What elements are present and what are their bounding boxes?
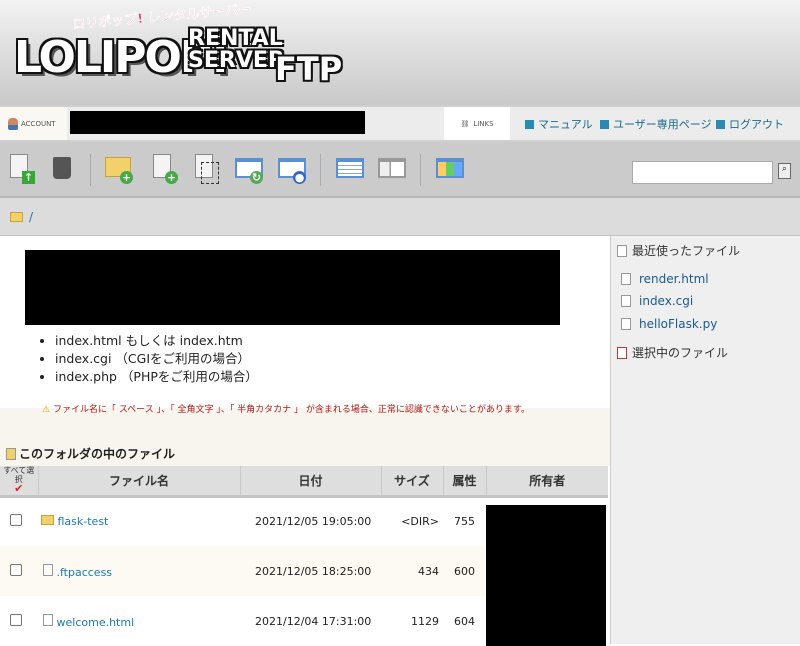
- upload-icon[interactable]: ↑: [7, 154, 35, 184]
- arrow-icon: [600, 119, 609, 129]
- new-file-icon[interactable]: +: [150, 154, 178, 184]
- file-size: <DIR>: [401, 515, 439, 529]
- detail-view-icon[interactable]: [378, 154, 406, 184]
- check-icon: ✔: [14, 482, 24, 496]
- toolbar-divider: [320, 154, 321, 186]
- file-attr: 600: [443, 546, 486, 596]
- recent-file-icon: [617, 244, 627, 257]
- trash-icon[interactable]: [50, 154, 78, 184]
- file-icon: [621, 273, 631, 285]
- select-all-button[interactable]: すべて選択 ✔: [0, 466, 38, 498]
- account-bar: ACCOUNT ⛓ LINKS マニュアル ユーザー専用ページ ログアウト: [0, 105, 800, 142]
- move-icon[interactable]: ↻: [235, 154, 263, 184]
- new-folder-icon[interactable]: +: [105, 154, 133, 184]
- link-chain-icon: ⛓: [460, 119, 470, 128]
- file-date: 2021/12/04 17:31:00: [255, 614, 372, 628]
- redacted-banner: [25, 250, 560, 325]
- file-link[interactable]: flask-test: [58, 515, 109, 528]
- file-icon: [621, 318, 631, 330]
- breadcrumb-root-link[interactable]: /: [29, 210, 33, 224]
- file-date: 2021/12/05 19:05:00: [255, 515, 372, 529]
- logo-rental: RENTAL SERVER: [188, 26, 285, 73]
- toolbar-divider: [90, 154, 91, 186]
- recent-file-item[interactable]: render.html: [621, 272, 709, 286]
- file-icon: [43, 613, 53, 626]
- sidebar: 最近使ったファイル render.html index.cgi helloFla…: [610, 236, 800, 644]
- folder-icon: [10, 211, 23, 222]
- recent-file-item[interactable]: helloFlask.py: [621, 317, 717, 331]
- lolipop-ftp-logo[interactable]: ロリポップ! レンタルサーバー LOLIPOP! RENTAL SERVER FT…: [10, 2, 350, 100]
- user-page-link[interactable]: ユーザー専用ページ: [600, 116, 712, 132]
- file-attr: 604: [454, 614, 475, 628]
- manual-link[interactable]: マニュアル: [525, 116, 593, 132]
- copy-file-icon[interactable]: [192, 154, 220, 184]
- row-checkbox[interactable]: [10, 514, 22, 527]
- header-owner[interactable]: 所有者: [485, 466, 608, 498]
- links-label: ⛓ LINKS: [444, 107, 510, 140]
- file-icon: [43, 563, 53, 576]
- breadcrumb: /: [0, 198, 800, 236]
- row-checkbox[interactable]: [10, 613, 22, 626]
- logout-link[interactable]: ログアウト: [716, 116, 784, 132]
- header-size[interactable]: サイズ: [380, 466, 443, 498]
- toolbar-divider: [420, 154, 421, 186]
- list-view-icon[interactable]: [336, 154, 364, 184]
- file-size: 1129: [411, 614, 439, 628]
- warning-icon: ⚠: [42, 405, 51, 415]
- web-open-icon[interactable]: ●: [278, 154, 306, 184]
- header-filename[interactable]: ファイル名: [37, 466, 240, 498]
- search-input[interactable]: [632, 161, 773, 184]
- list-item: index.php （PHPをご利用の場合）: [55, 368, 258, 386]
- file-size: 434: [381, 546, 443, 596]
- recent-file-item[interactable]: index.cgi: [621, 294, 693, 308]
- owner-redacted: [486, 504, 606, 646]
- file-icon: [621, 295, 631, 307]
- logo-ftp: FTP: [275, 50, 343, 88]
- filename-warning: ⚠ ファイル名に「 スペース 」、「 全角文字 」、「 半角カタカナ 」 が含ま…: [42, 405, 531, 415]
- header-attr[interactable]: 属性: [442, 466, 486, 498]
- header-date[interactable]: 日付: [239, 466, 381, 498]
- account-icon: [8, 117, 18, 130]
- folder-files-heading: このフォルダの中のファイル: [6, 445, 175, 462]
- arrow-icon: [716, 119, 725, 129]
- file-attr: 755: [454, 515, 475, 529]
- file-link[interactable]: welcome.html: [57, 616, 135, 629]
- index-file-list: index.html もしくは index.htm index.cgi （CGI…: [35, 332, 258, 386]
- folder-file-icon: [6, 447, 16, 460]
- file-link[interactable]: .ftpaccess: [57, 566, 113, 579]
- header: ロリポップ! レンタルサーバー LOLIPOP! RENTAL SERVER FT…: [0, 0, 800, 105]
- icon-view-icon[interactable]: [436, 154, 464, 184]
- account-label: ACCOUNT: [0, 107, 67, 140]
- recent-files-heading: 最近使ったファイル: [617, 242, 740, 259]
- selected-files-heading: 選択中のファイル: [617, 344, 728, 361]
- list-item: index.cgi （CGIをご利用の場合）: [55, 350, 258, 368]
- arrow-icon: [525, 119, 534, 129]
- account-name-redacted: [70, 111, 365, 134]
- row-checkbox[interactable]: [10, 563, 22, 576]
- list-item: index.html もしくは index.htm: [55, 332, 258, 350]
- file-date: 2021/12/05 18:25:00: [240, 546, 381, 596]
- selected-file-icon: [617, 346, 627, 359]
- table-row: flask-test 2021/12/05 19:05:00 <DIR> 755: [0, 496, 608, 646]
- file-table: すべて選択 ✔ ファイル名 日付 サイズ 属性 所有者 flask-test 20…: [0, 466, 608, 646]
- folder-icon: [41, 515, 54, 526]
- search-icon[interactable]: ⌕: [778, 163, 791, 179]
